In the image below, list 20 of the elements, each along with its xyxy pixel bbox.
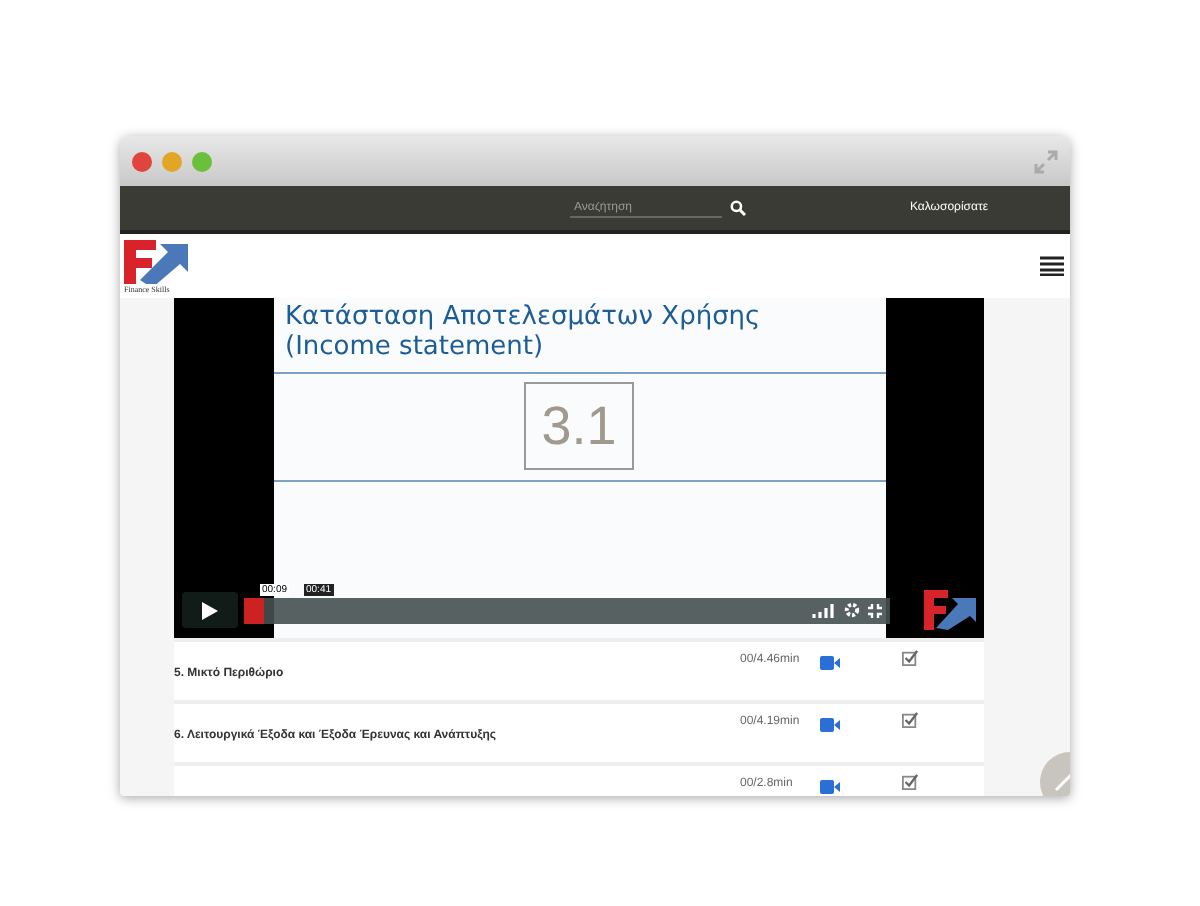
slide-title: Κατάσταση Αποτελεσμάτων Χρήσης [283, 302, 763, 332]
close-button[interactable] [132, 151, 152, 171]
settings-icon[interactable] [844, 602, 860, 618]
video-camera-icon[interactable] [820, 718, 840, 732]
slide-number: 3.1 [523, 382, 635, 470]
progress-track[interactable] [244, 597, 890, 623]
play-icon [202, 601, 218, 619]
checkbox-icon[interactable] [902, 712, 918, 728]
logo-icon [924, 590, 976, 630]
checkbox-icon[interactable] [902, 650, 918, 666]
video-camera-icon[interactable] [820, 780, 840, 794]
logo-icon[interactable] [124, 239, 192, 283]
checkbox-icon[interactable] [902, 774, 918, 790]
fullscreen-icon[interactable] [868, 603, 882, 617]
video-camera-icon[interactable] [820, 656, 840, 670]
slide-subtitle: (Income statement) [283, 332, 546, 362]
menu-icon[interactable] [1040, 256, 1064, 276]
play-button[interactable] [182, 592, 238, 628]
volume-icon[interactable] [812, 603, 836, 617]
search-icon[interactable] [730, 200, 746, 216]
